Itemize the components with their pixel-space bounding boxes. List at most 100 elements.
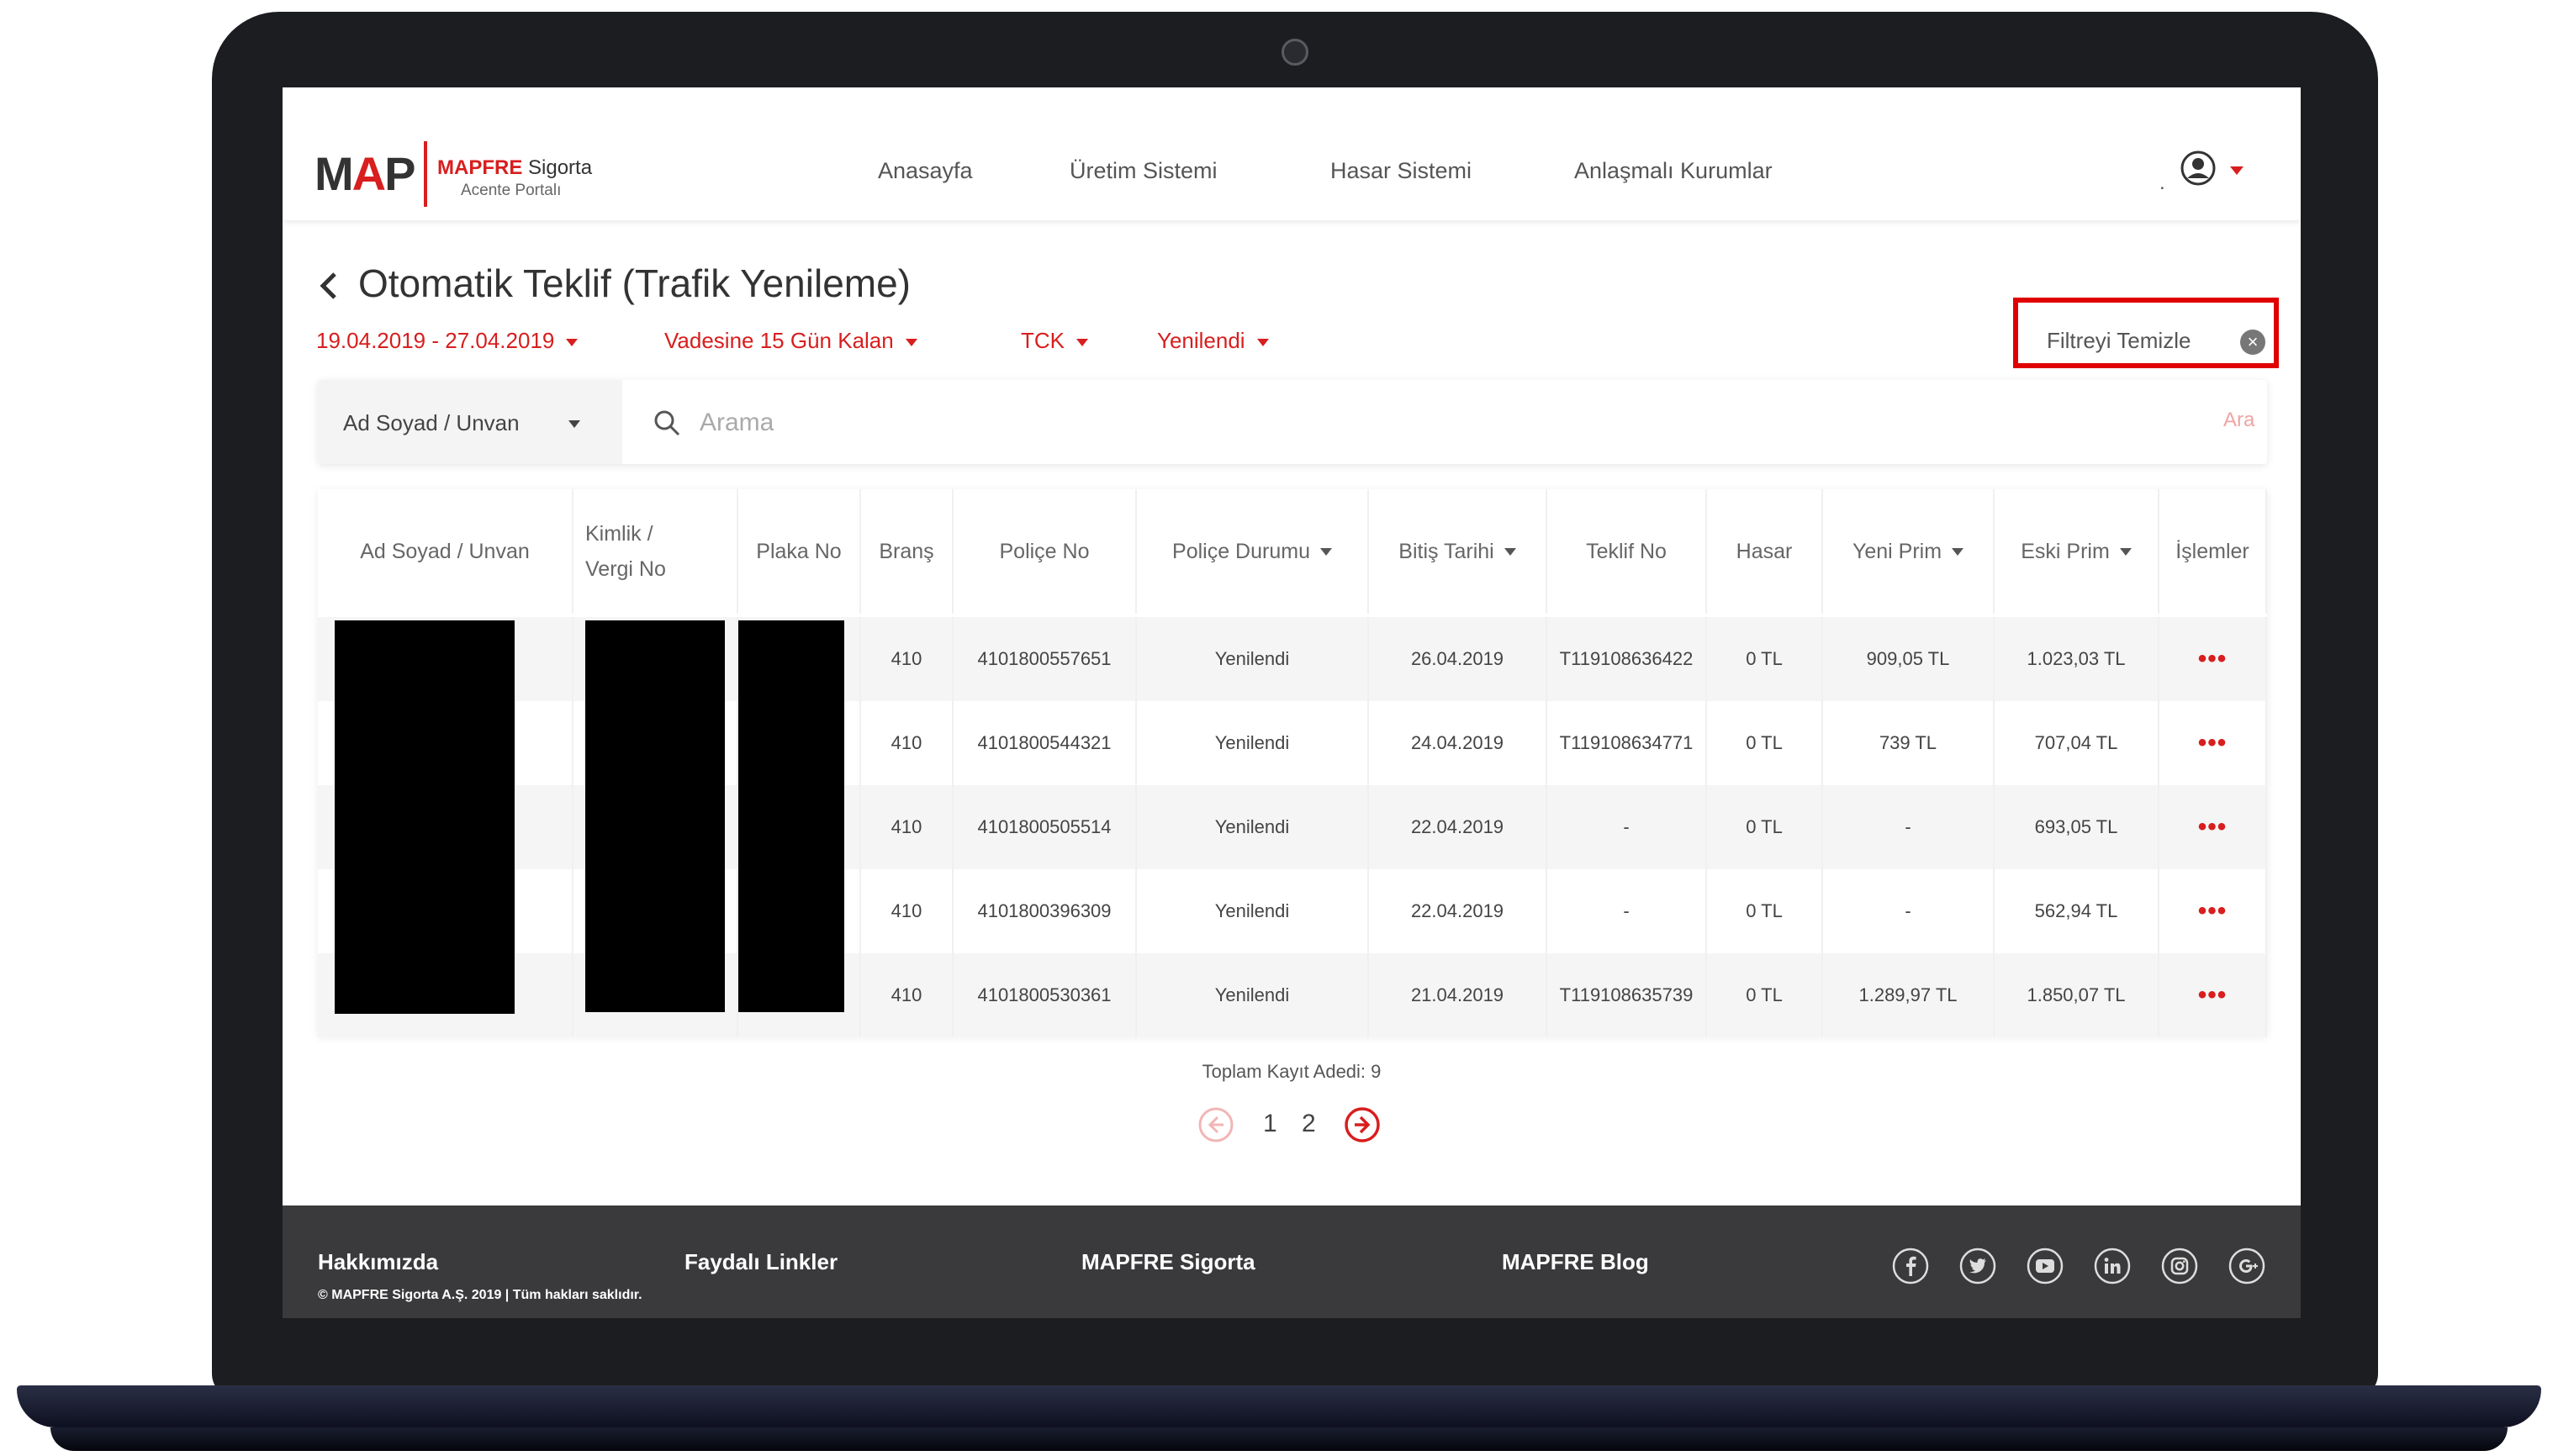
- header-label: Ad Soyad / Unvan: [360, 540, 530, 563]
- cell-text: 21.04.2019: [1410, 984, 1504, 1005]
- filter-branch[interactable]: TCK: [1021, 328, 1088, 354]
- cell-text: 22.04.2019: [1410, 900, 1504, 921]
- nav-uretim-sistemi[interactable]: Üretim Sistemi: [1070, 158, 1218, 184]
- redacted-name-block: [335, 620, 515, 1014]
- row-actions-button[interactable]: •••: [2159, 869, 2267, 953]
- header-col-new-premium[interactable]: Yeni Prim: [1823, 489, 1995, 614]
- back-arrow-icon[interactable]: [318, 271, 340, 301]
- table-cell-brans: 410: [861, 785, 954, 869]
- row-actions-button[interactable]: •••: [2159, 953, 2267, 1037]
- row-actions-button[interactable]: •••: [2159, 701, 2267, 785]
- prev-page-icon[interactable]: [1197, 1106, 1234, 1143]
- cell-text: 707,04 TL: [2034, 732, 2118, 753]
- row-actions-button[interactable]: •••: [2159, 785, 2267, 869]
- cell-text: 4101800544321: [977, 732, 1112, 753]
- page-1-button[interactable]: 1: [1263, 1110, 1277, 1138]
- table-cell-hasar: 0 TL: [1707, 869, 1823, 953]
- cell-text: -: [1905, 900, 1911, 921]
- cell-text: T119108634771: [1559, 732, 1694, 753]
- facebook-icon[interactable]: [1892, 1248, 1929, 1285]
- linkedin-icon[interactable]: [2094, 1248, 2131, 1285]
- header-col-actions: İşlemler: [2159, 489, 2267, 614]
- footer-link-useful-links[interactable]: Faydalı Linkler: [684, 1249, 838, 1275]
- cell-text: 739 TL: [1879, 732, 1937, 753]
- header-col-id: Kimlik / Vergi No: [573, 489, 738, 614]
- cell-text: 0 TL: [1746, 648, 1783, 669]
- search-input[interactable]: [698, 404, 2131, 442]
- table-cell-brans: 410: [861, 701, 954, 785]
- footer-link-mapfre-blog[interactable]: MAPFRE Blog: [1502, 1249, 1649, 1275]
- page-2-button[interactable]: 2: [1302, 1110, 1316, 1138]
- cell-text: T119108636422: [1559, 648, 1694, 669]
- footer-link-mapfre-sigorta[interactable]: MAPFRE Sigorta: [1081, 1249, 1255, 1275]
- nav-anasayfa[interactable]: Anasayfa: [878, 158, 973, 184]
- cell-text: Yenilendi: [1214, 732, 1290, 753]
- laptop-foot: [50, 1427, 2508, 1451]
- search-type-dropdown[interactable]: Ad Soyad / Unvan: [318, 380, 622, 464]
- filter-status[interactable]: Yenilendi: [1157, 328, 1269, 354]
- twitter-icon[interactable]: [1959, 1248, 1996, 1285]
- youtube-icon[interactable]: [2027, 1248, 2064, 1285]
- filter-date-range[interactable]: 19.04.2019 - 27.04.2019: [316, 328, 579, 354]
- header-label: Hasar: [1736, 540, 1793, 563]
- table-cell-brans: 410: [861, 617, 954, 701]
- table-cell-durum: Yenilendi: [1137, 617, 1369, 701]
- header-col-policy-status[interactable]: Poliçe Durumu: [1137, 489, 1369, 614]
- table-cell-police-no: 4101800396309: [954, 869, 1137, 953]
- search-icon: [654, 410, 680, 436]
- table-cell-eski-prim: 1.023,03 TL: [1995, 617, 2159, 701]
- table-cell-eski-prim: 707,04 TL: [1995, 701, 2159, 785]
- table-cell-police-no: 4101800544321: [954, 701, 1137, 785]
- cell-text: 0 TL: [1746, 900, 1783, 921]
- more-dots-icon: •••: [2197, 729, 2228, 757]
- header-col-old-premium[interactable]: Eski Prim: [1995, 489, 2159, 614]
- footer-link-about[interactable]: Hakkımızda: [318, 1249, 438, 1275]
- more-dots-icon: •••: [2197, 981, 2228, 1009]
- table-cell-yeni-prim: 1.289,97 TL: [1823, 953, 1995, 1037]
- next-page-icon[interactable]: [1344, 1106, 1381, 1143]
- user-avatar-icon[interactable]: [2180, 150, 2217, 187]
- row-actions-button[interactable]: •••: [2159, 617, 2267, 701]
- table-cell-eski-prim: 562,94 TL: [1995, 869, 2159, 953]
- nav-anlasmali-kurumlar[interactable]: Anlaşmalı Kurumlar: [1574, 158, 1773, 184]
- cell-text: 4101800557651: [977, 648, 1112, 669]
- cell-text: 26.04.2019: [1410, 648, 1504, 669]
- search-button[interactable]: Ara: [2223, 409, 2254, 432]
- cell-text: 0 TL: [1746, 816, 1783, 837]
- table-cell-durum: Yenilendi: [1137, 701, 1369, 785]
- clear-filter-button[interactable]: Filtreyi Temizle: [2047, 328, 2191, 354]
- table-cell-yeni-prim: 909,05 TL: [1823, 617, 1995, 701]
- google-plus-icon[interactable]: [2228, 1248, 2265, 1285]
- table-cell-durum: Yenilendi: [1137, 785, 1369, 869]
- user-menu-caret-icon[interactable]: [2230, 166, 2244, 175]
- chevron-down-icon: [568, 420, 580, 428]
- copyright-text: © MAPFRE Sigorta A.Ş. 2019 | Tüm hakları…: [318, 1288, 642, 1302]
- header-col-damage: Hasar: [1707, 489, 1823, 614]
- user-prefix: .: [2159, 171, 2165, 194]
- map-logo[interactable]: MAP: [314, 146, 415, 201]
- header-col-policy-no: Poliçe No: [954, 489, 1137, 614]
- table-cell-teklif-no: -: [1547, 785, 1707, 869]
- table-cell-hasar: 0 TL: [1707, 953, 1823, 1037]
- table-cell-yeni-prim: 739 TL: [1823, 701, 1995, 785]
- table-cell-police-no: 4101800505514: [954, 785, 1137, 869]
- header-label: Yeni Prim: [1852, 540, 1942, 563]
- cell-text: Yenilendi: [1214, 984, 1290, 1005]
- table-cell-bitis: 22.04.2019: [1369, 869, 1547, 953]
- header-label: Kimlik / Vergi No: [585, 522, 666, 581]
- header-col-branch: Branş: [861, 489, 954, 614]
- nav-hasar-sistemi[interactable]: Hasar Sistemi: [1330, 158, 1472, 184]
- redacted-id-block: [585, 620, 725, 1012]
- table-cell-eski-prim: 1.850,07 TL: [1995, 953, 2159, 1037]
- chevron-down-icon: [566, 338, 579, 346]
- cell-text: 0 TL: [1746, 732, 1783, 753]
- close-circle-icon[interactable]: ×: [2240, 330, 2265, 355]
- cell-text: 24.04.2019: [1410, 732, 1504, 753]
- cell-text: 22.04.2019: [1410, 816, 1504, 837]
- instagram-icon[interactable]: [2161, 1248, 2198, 1285]
- logo-divider: [424, 141, 427, 207]
- header-col-end-date[interactable]: Bitiş Tarihi: [1369, 489, 1547, 614]
- filter-days-remaining[interactable]: Vadesine 15 Gün Kalan: [664, 328, 917, 354]
- table-cell-hasar: 0 TL: [1707, 785, 1823, 869]
- cell-text: 0 TL: [1746, 984, 1783, 1005]
